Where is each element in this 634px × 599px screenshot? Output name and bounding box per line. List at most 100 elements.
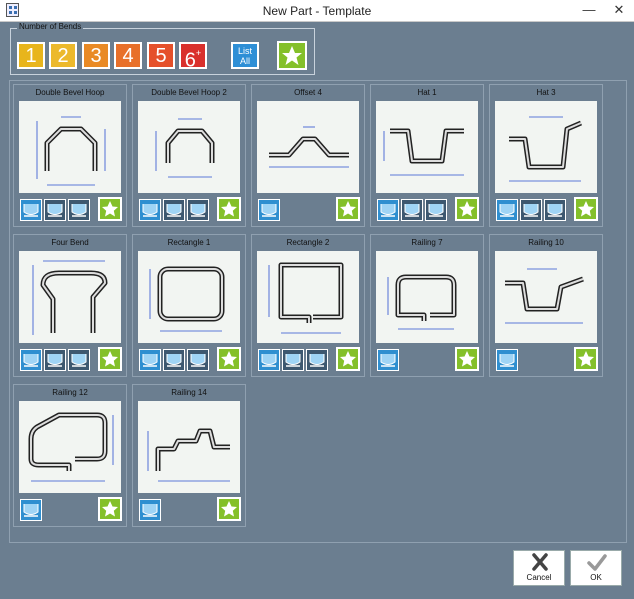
template-title: Railing 10 [528,238,564,247]
tube-bend-icon[interactable] [544,199,566,221]
template-card-offset-4[interactable]: Offset 4 [251,84,365,227]
template-card-four-bend[interactable]: Four Bend [13,234,127,377]
template-card-hat-3[interactable]: Hat 3 [489,84,603,227]
bends-3-button[interactable]: 3 [82,42,110,69]
tube-bend-icon[interactable] [425,199,447,221]
template-drawing [138,251,240,343]
template-card-double-bevel-hoop-2[interactable]: Double Bevel Hoop 2 [132,84,246,227]
template-drawing [19,101,121,193]
template-card-rectangle-1[interactable]: Rectangle 1 [132,234,246,377]
favorite-star-icon[interactable] [217,197,241,221]
template-title: Four Bend [51,238,89,247]
template-card-hat-1[interactable]: Hat 1 [370,84,484,227]
tube-bend-icon[interactable] [496,349,518,371]
template-title: Rectangle 1 [167,238,211,247]
template-title: Offset 4 [294,88,322,97]
template-card-railing-10[interactable]: Railing 10 [489,234,603,377]
bends-5-button[interactable]: 5 [147,42,175,69]
template-drawing [376,101,478,193]
template-title: Hat 1 [417,88,437,97]
close-icon[interactable]: ✕ [604,0,634,21]
bends-3-label: 3 [90,45,102,67]
bends-1-label: 1 [25,45,37,67]
template-title: Double Bevel Hoop [35,88,105,97]
template-drawing [138,101,240,193]
bends-4-label: 4 [122,45,134,67]
favorite-star-icon[interactable] [98,197,122,221]
templates-panel: Double Bevel Hoop Double Bevel Hoop 2 Of… [9,80,627,543]
template-title: Railing 12 [52,388,88,397]
tube-bend-icon[interactable] [163,349,185,371]
ok-check-icon [587,554,607,571]
favorite-star-icon[interactable] [455,197,479,221]
template-drawing [376,251,478,343]
ok-label: OK [590,573,602,582]
tube-bend-icon[interactable] [44,199,66,221]
list-all-button[interactable]: List All [231,42,259,69]
tube-bend-icon[interactable] [44,349,66,371]
template-drawing [257,251,359,343]
minimize-icon[interactable]: — [574,0,604,21]
tube-bend-icon[interactable] [401,199,423,221]
tube-bend-icon[interactable] [187,199,209,221]
favorite-star-icon[interactable] [98,497,122,521]
favorite-star-icon[interactable] [574,197,598,221]
favorites-button[interactable] [277,41,307,70]
tube-bend-icon[interactable] [20,199,42,221]
tube-bend-icon[interactable] [258,349,280,371]
bends-2-button[interactable]: 2 [49,42,77,69]
ok-button[interactable]: OK [570,550,622,586]
favorite-star-icon[interactable] [455,347,479,371]
template-drawing [495,251,597,343]
number-of-bends-group: Number of Bends 1 2 3 4 5 6+ List All [10,22,315,75]
tube-bend-icon[interactable] [139,199,161,221]
template-drawing [495,101,597,193]
bends-5-label: 5 [155,45,167,67]
tube-bend-icon[interactable] [20,499,42,521]
template-drawing [19,401,121,493]
template-card-double-bevel-hoop[interactable]: Double Bevel Hoop [13,84,127,227]
number-of-bends-label: Number of Bends [17,22,84,31]
bends-4-button[interactable]: 4 [114,42,142,69]
bends-6-label: 6 [184,49,196,72]
list-all-line2: All [239,56,250,66]
bends-6-plus-button[interactable]: 6+ [179,42,207,72]
tube-bend-icon[interactable] [258,199,280,221]
tube-bend-icon[interactable] [377,199,399,221]
tube-bend-icon[interactable] [282,349,304,371]
tube-bend-icon[interactable] [520,199,542,221]
template-card-railing-12[interactable]: Railing 12 [13,384,127,527]
cancel-label: Cancel [526,573,552,582]
template-title: Double Bevel Hoop 2 [151,88,227,97]
favorite-star-icon[interactable] [98,347,122,371]
tube-bend-icon[interactable] [139,349,161,371]
tube-bend-icon[interactable] [377,349,399,371]
bends-6-plus-sup: + [195,48,202,58]
title-bar: New Part - Template — ✕ [0,0,634,22]
bends-1-button[interactable]: 1 [17,42,45,69]
tube-bend-icon[interactable] [20,349,42,371]
template-card-railing-14[interactable]: Railing 14 [132,384,246,527]
favorite-star-icon[interactable] [336,197,360,221]
favorite-star-icon[interactable] [336,347,360,371]
tube-bend-icon[interactable] [187,349,209,371]
favorite-star-icon[interactable] [574,347,598,371]
template-title: Railing 14 [171,388,207,397]
cancel-x-icon [532,553,548,571]
tube-bend-icon[interactable] [496,199,518,221]
template-drawing [19,251,121,343]
cancel-button[interactable]: Cancel [513,550,565,586]
tube-bend-icon[interactable] [68,349,90,371]
template-card-railing-7[interactable]: Railing 7 [370,234,484,377]
tube-bend-icon[interactable] [163,199,185,221]
window-title: New Part - Template [262,4,372,18]
favorite-star-icon[interactable] [217,497,241,521]
template-card-rectangle-2[interactable]: Rectangle 2 [251,234,365,377]
template-drawing [257,101,359,193]
favorite-star-icon[interactable] [217,347,241,371]
tube-bend-icon[interactable] [68,199,90,221]
tube-bend-icon[interactable] [139,499,161,521]
template-title: Hat 3 [536,88,556,97]
tube-bend-icon[interactable] [306,349,328,371]
template-title: Rectangle 2 [286,238,330,247]
